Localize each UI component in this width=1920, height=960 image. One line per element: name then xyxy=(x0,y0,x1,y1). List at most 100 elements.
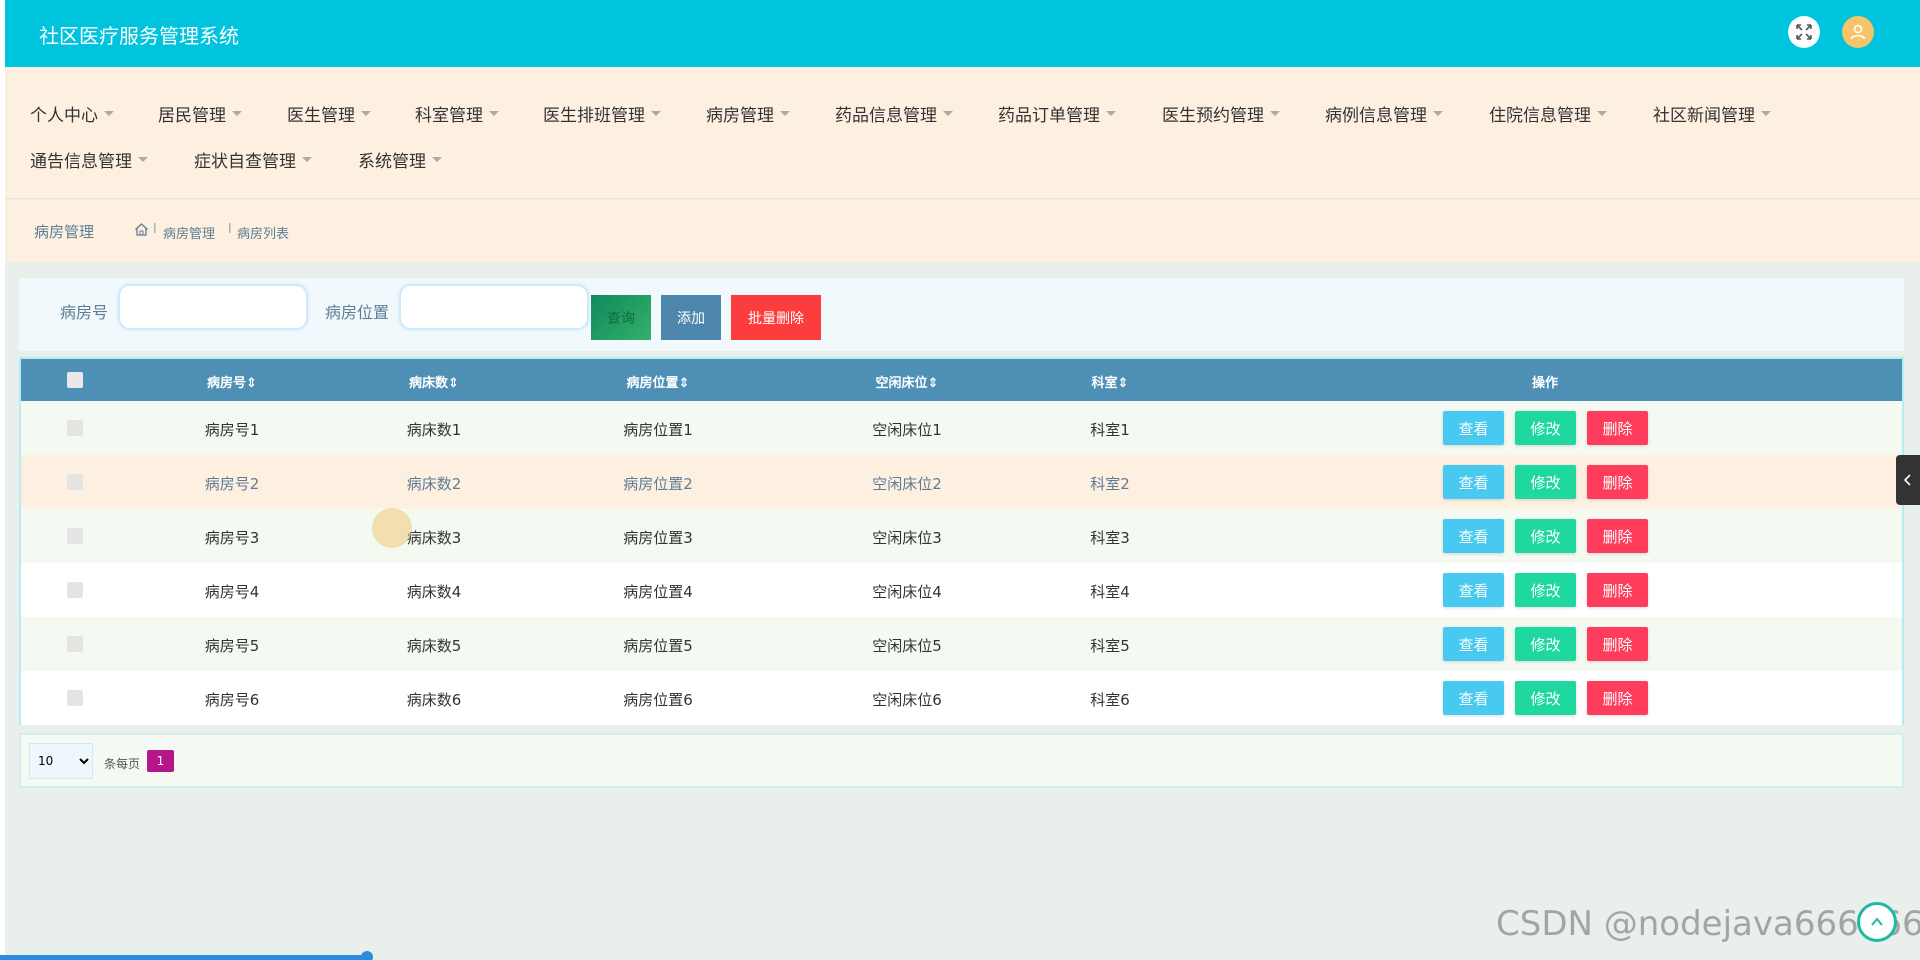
fullscreen-button[interactable] xyxy=(1788,16,1820,48)
home-icon[interactable] xyxy=(134,222,149,237)
edit-button[interactable]: 修改 xyxy=(1515,411,1576,445)
edit-button[interactable]: 修改 xyxy=(1515,681,1576,715)
view-button[interactable]: 查看 xyxy=(1443,519,1504,553)
add-button[interactable]: 添加 xyxy=(661,295,721,340)
cursor-highlight xyxy=(372,508,412,548)
view-button[interactable]: 查看 xyxy=(1443,411,1504,445)
caret-down-icon xyxy=(1106,111,1116,116)
breadcrumb-current: 病房列表 xyxy=(237,227,290,242)
delete-button[interactable]: 删除 xyxy=(1587,681,1648,715)
table-row: 病房号5 病床数5 病房位置5 空闲床位5 科室5 查看 修改 删除 xyxy=(21,617,1902,671)
menu-item-personal-center[interactable]: 个人中心 xyxy=(30,101,114,126)
col-bed-count[interactable]: 病床数⇕ xyxy=(409,372,459,391)
col-department[interactable]: 科室⇕ xyxy=(1092,372,1129,391)
table-row: 病房号1 病床数1 病房位置1 空闲床位1 科室1 查看 修改 删除 xyxy=(21,401,1902,455)
edit-button[interactable]: 修改 xyxy=(1515,465,1576,499)
menu-item-symptom-check[interactable]: 症状自查管理 xyxy=(194,147,312,172)
per-page-label: 条每页 xyxy=(104,757,141,771)
caret-down-icon xyxy=(1597,111,1607,116)
room-location-input[interactable] xyxy=(399,284,589,330)
table-row: 病房号3 病床数3 病房位置3 空闲床位3 科室3 查看 修改 删除 xyxy=(21,509,1902,563)
select-all-checkbox[interactable] xyxy=(67,372,83,388)
menu-item-residents[interactable]: 居民管理 xyxy=(158,101,242,126)
edit-button[interactable]: 修改 xyxy=(1515,519,1576,553)
menu-item-wards[interactable]: 病房管理 xyxy=(706,101,790,126)
search-panel: 病房号 病房位置 查询 添加 批量删除 xyxy=(19,278,1904,351)
col-actions: 操作 xyxy=(1531,376,1559,391)
caret-down-icon xyxy=(651,111,661,116)
page-number-current[interactable]: 1 xyxy=(147,750,174,772)
row-checkbox[interactable] xyxy=(67,690,83,706)
menu-item-doctors[interactable]: 医生管理 xyxy=(287,101,371,126)
sort-icon: ⇕ xyxy=(678,376,690,391)
row-checkbox[interactable] xyxy=(67,420,83,436)
ward-table: 病房号⇕ 病床数⇕ 病房位置⇕ 空闲床位⇕ 科室⇕ 操作 病房号1 病床数1 病… xyxy=(19,357,1904,725)
row-checkbox[interactable] xyxy=(67,474,83,490)
menu-item-system[interactable]: 系统管理 xyxy=(358,147,442,172)
caret-down-icon xyxy=(432,157,442,162)
delete-button[interactable]: 删除 xyxy=(1587,573,1648,607)
caret-down-icon xyxy=(138,157,148,162)
breadcrumb-link-wards[interactable]: 病房管理 xyxy=(163,223,215,242)
caret-down-icon xyxy=(232,111,242,116)
search-button[interactable]: 查询 xyxy=(591,295,651,340)
chevron-left-icon xyxy=(1903,474,1911,486)
caret-down-icon xyxy=(780,111,790,116)
menu-item-case-info[interactable]: 病例信息管理 xyxy=(1325,101,1443,126)
sort-icon: ⇕ xyxy=(246,376,257,391)
delete-button[interactable]: 删除 xyxy=(1587,627,1648,661)
caret-down-icon xyxy=(489,111,499,116)
menu-item-doctor-schedule[interactable]: 医生排班管理 xyxy=(543,101,661,126)
row-checkbox[interactable] xyxy=(67,528,83,544)
view-button[interactable]: 查看 xyxy=(1443,573,1504,607)
menu-item-departments[interactable]: 科室管理 xyxy=(415,101,499,126)
video-progress-handle[interactable] xyxy=(361,951,373,960)
video-progress-bar[interactable] xyxy=(0,955,367,960)
menu-item-appointments[interactable]: 医生预约管理 xyxy=(1162,101,1280,126)
menu-item-inpatient-info[interactable]: 住院信息管理 xyxy=(1489,101,1607,126)
caret-down-icon xyxy=(302,157,312,162)
page-size-select[interactable]: 10 xyxy=(29,743,93,779)
caret-down-icon xyxy=(104,111,114,116)
view-button[interactable]: 查看 xyxy=(1443,465,1504,499)
col-room-no[interactable]: 病房号⇕ xyxy=(207,372,257,391)
sidebar-toggle[interactable] xyxy=(1896,455,1920,505)
row-checkbox[interactable] xyxy=(67,582,83,598)
view-button[interactable]: 查看 xyxy=(1443,681,1504,715)
menu-item-notices[interactable]: 通告信息管理 xyxy=(30,147,148,172)
caret-down-icon xyxy=(1761,111,1771,116)
delete-button[interactable]: 删除 xyxy=(1587,519,1648,553)
col-free-beds[interactable]: 空闲床位⇕ xyxy=(876,372,939,391)
delete-button[interactable]: 删除 xyxy=(1587,411,1648,445)
table-header: 病房号⇕ 病床数⇕ 病房位置⇕ 空闲床位⇕ 科室⇕ 操作 xyxy=(21,359,1902,401)
table-row: 病房号6 病床数6 病房位置6 空闲床位6 科室6 查看 修改 删除 xyxy=(21,671,1902,725)
top-header: 社区医疗服务管理系统 xyxy=(5,0,1920,67)
menu-item-drug-orders[interactable]: 药品订单管理 xyxy=(998,101,1116,126)
pagination: 10 条每页 1 xyxy=(19,733,1904,788)
view-button[interactable]: 查看 xyxy=(1443,627,1504,661)
sort-icon: ⇕ xyxy=(1117,376,1129,391)
room-no-label: 病房号 xyxy=(60,303,109,322)
caret-down-icon xyxy=(943,111,953,116)
table-row: 病房号4 病床数4 病房位置4 空闲床位4 科室4 查看 修改 删除 xyxy=(21,563,1902,617)
sort-icon: ⇕ xyxy=(448,376,459,391)
row-checkbox[interactable] xyxy=(67,636,83,652)
sort-icon: ⇕ xyxy=(927,376,939,391)
menu-item-community-news[interactable]: 社区新闻管理 xyxy=(1653,101,1771,126)
chevron-up-icon xyxy=(1871,917,1883,926)
table-row: 病房号2 病床数2 病房位置2 空闲床位2 科室2 查看 修改 删除 xyxy=(21,455,1902,509)
breadcrumb: 病房管理 l 病房管理 l 病房列表 xyxy=(5,200,1920,262)
user-button[interactable] xyxy=(1842,16,1874,48)
user-icon xyxy=(1850,24,1866,40)
batch-delete-button[interactable]: 批量删除 xyxy=(731,295,821,340)
room-location-label: 病房位置 xyxy=(325,303,390,322)
main-menu: 个人中心 居民管理 医生管理 科室管理 医生排班管理 病房管理 药品信息管理 药… xyxy=(5,67,1920,199)
floating-action-button[interactable] xyxy=(1857,902,1897,942)
room-no-input[interactable] xyxy=(118,284,308,330)
edit-button[interactable]: 修改 xyxy=(1515,573,1576,607)
page-title: 病房管理 xyxy=(34,223,95,241)
edit-button[interactable]: 修改 xyxy=(1515,627,1576,661)
menu-item-drug-info[interactable]: 药品信息管理 xyxy=(835,101,953,126)
col-location[interactable]: 病房位置⇕ xyxy=(627,372,690,391)
delete-button[interactable]: 删除 xyxy=(1587,465,1648,499)
